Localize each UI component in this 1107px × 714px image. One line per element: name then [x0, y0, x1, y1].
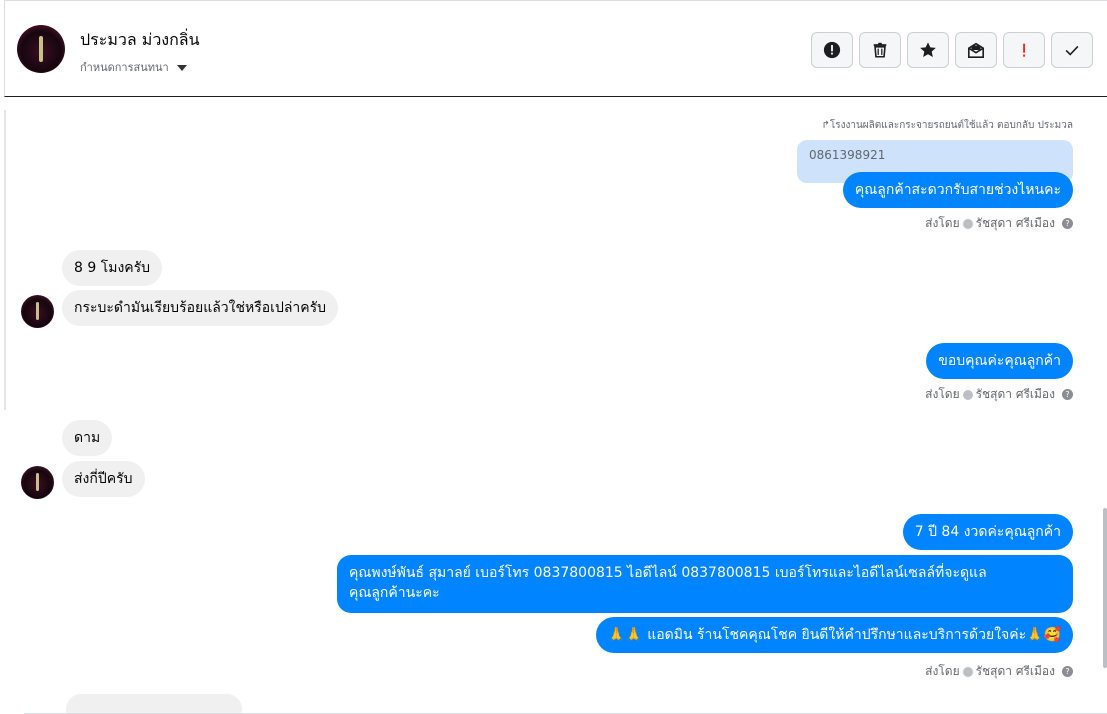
sent-by-label: ส่งโดย — [925, 387, 960, 401]
star-icon — [920, 42, 936, 58]
help-icon[interactable]: ? — [1062, 389, 1073, 400]
help-icon[interactable]: ? — [1062, 666, 1073, 677]
message-outgoing[interactable]: คุณพงษ์พันธ์ สุมาลย์ เบอร์โทร 0837800815… — [337, 555, 1073, 613]
trash-icon — [873, 42, 887, 58]
conversation-header: ประมวล ม่วงกลิ่น กำหนดการสนทนา — [4, 0, 1107, 97]
assign-conversation-dropdown[interactable]: กำหนดการสนทนา — [80, 58, 187, 76]
caret-down-icon — [176, 65, 187, 71]
status-icon — [962, 666, 973, 677]
message-outgoing[interactable]: 🙏🙏 แอดมิน ร้านโชคคุณโชค ยินดีให้คำปรึกษา… — [595, 617, 1073, 653]
help-icon[interactable]: ? — [1062, 218, 1073, 229]
message-incoming[interactable]: ส่งกี่ปีครับ — [62, 461, 145, 497]
message-incoming[interactable]: ดาม — [62, 420, 113, 456]
sent-by-info: ส่งโดย รัชสุดา ศรีเมือง ? — [925, 385, 1073, 404]
message-outgoing[interactable]: 7 ปี 84 งวดค่ะคุณลูกค้า — [902, 514, 1073, 550]
action-toolbar — [811, 32, 1093, 68]
sender-name: รัชสุดา ศรีเมือง — [975, 216, 1055, 230]
sender-name: รัชสุดา ศรีเมือง — [975, 387, 1055, 401]
contact-avatar[interactable] — [17, 25, 65, 73]
contact-name[interactable]: ประมวล ม่วงกลิ่น — [80, 28, 200, 53]
status-icon — [962, 389, 973, 400]
exclamation-icon — [1023, 43, 1026, 57]
message-outgoing[interactable]: คุณลูกค้าสะดวกรับสายช่วงไหนคะ — [842, 172, 1073, 208]
sender-name: รัชสุดา ศรีเมือง — [975, 664, 1055, 678]
assign-label: กำหนดการสนทนา — [80, 61, 169, 74]
exclamation-circle-icon — [823, 41, 841, 59]
sent-by-info: ส่งโดย รัชสุดา ศรีเมือง ? — [925, 214, 1073, 233]
scrollbar[interactable] — [1103, 508, 1107, 668]
contact-avatar-small — [21, 295, 54, 328]
check-icon — [1065, 45, 1079, 56]
contact-avatar-small — [21, 466, 54, 499]
message-line: คุณลูกค้านะคะ — [349, 585, 440, 601]
mark-unread-button[interactable] — [955, 32, 997, 68]
status-icon — [962, 218, 973, 229]
sent-by-info: ส่งโดย รัชสุดา ศรีเมือง ? — [925, 662, 1073, 681]
message-incoming[interactable]: 8 9 โมงครับ — [62, 250, 163, 286]
star-button[interactable] — [907, 32, 949, 68]
envelope-open-icon — [967, 42, 985, 59]
alert-button[interactable] — [811, 32, 853, 68]
reply-context-note: ↱โรงงานผลิตและกระจายรถยนต์ใช้แล้ว ตอบกลั… — [821, 120, 1073, 131]
divider — [4, 110, 6, 410]
message-incoming[interactable]: กระบะดำมันเรียบร้อยแล้วใช่หรือเปล่าครับ — [62, 290, 339, 326]
sent-by-label: ส่งโดย — [925, 664, 960, 678]
sent-by-label: ส่งโดย — [925, 216, 960, 230]
message-line: คุณพงษ์พันธ์ สุมาลย์ เบอร์โทร 0837800815… — [349, 565, 987, 581]
delete-button[interactable] — [859, 32, 901, 68]
message-incoming-partial[interactable] — [66, 694, 242, 714]
spam-button[interactable] — [1003, 32, 1045, 68]
message-thread[interactable]: ↱โรงงานผลิตและกระจายรถยนต์ใช้แล้ว ตอบกลั… — [4, 98, 1107, 714]
done-button[interactable] — [1051, 32, 1093, 68]
message-outgoing[interactable]: ขอบคุณค่ะคุณลูกค้า — [926, 343, 1073, 379]
